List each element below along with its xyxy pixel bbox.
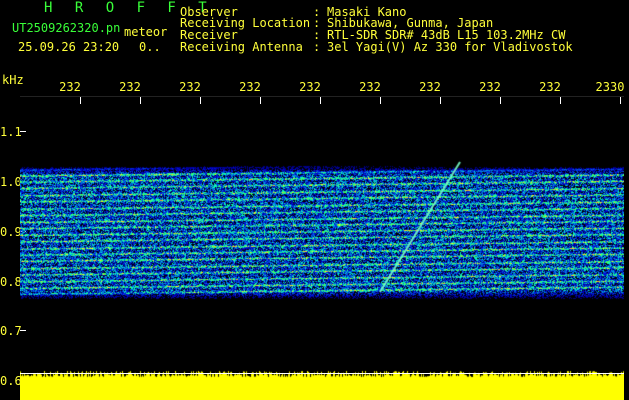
count-label: 0.. xyxy=(139,40,161,54)
y-tick-label: 0.7 xyxy=(0,324,22,338)
antenna-label: Receiving Antenna xyxy=(180,40,303,54)
spectrogram-view: H R O F F T UT2509262320.pn meteor 25.09… xyxy=(0,0,629,400)
filename-label: UT2509262320.pn xyxy=(12,21,121,35)
y-tick-label: 0.9 xyxy=(0,225,22,239)
spectrogram-canvas xyxy=(20,96,624,400)
x-tick-label: 2330 xyxy=(595,80,625,94)
local-time-label: 25.09.26 23:20 xyxy=(18,40,120,54)
antenna-sep: : xyxy=(313,40,321,54)
y-tick-label: 1.0 xyxy=(0,175,22,189)
x-tick-label: 232 xyxy=(359,80,381,94)
y-tick-label: 0.6 xyxy=(0,374,22,388)
audio-baseline xyxy=(20,373,624,374)
x-tick-label: 232 xyxy=(239,80,261,94)
plot-frame-top xyxy=(20,96,624,97)
x-tick-label: 232 xyxy=(479,80,501,94)
y-tick-label: 0.8 xyxy=(0,275,22,289)
x-tick-label: 232 xyxy=(179,80,201,94)
x-tick-label: 232 xyxy=(59,80,81,94)
y-tick-label: 1.1 xyxy=(0,125,22,139)
y-unit-label: kHz xyxy=(2,73,24,87)
x-tick-label: 232 xyxy=(299,80,321,94)
x-tick-label: 232 xyxy=(539,80,561,94)
x-tick-label: 232 xyxy=(419,80,441,94)
antenna-value: 3el Yagi(V) Az 330 for Vladivostok xyxy=(327,40,573,54)
x-tick-label: 232 xyxy=(119,80,141,94)
meteor-label: meteor xyxy=(124,25,168,39)
